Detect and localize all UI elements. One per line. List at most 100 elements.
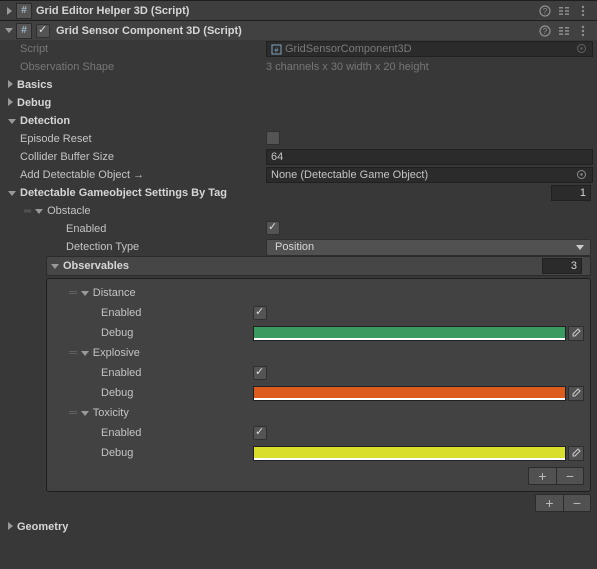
obstacle-foldout[interactable]: ═ Obstacle — [0, 202, 597, 220]
foldout-arrow-icon[interactable] — [8, 521, 13, 533]
drag-handle-icon[interactable]: ═ — [69, 347, 77, 359]
explosive-foldout[interactable]: ═ Explosive — [53, 343, 584, 363]
add-detectable-field[interactable]: None (Detectable Game Object) — [266, 167, 593, 183]
add-observable-button[interactable]: + — [528, 467, 556, 485]
script-row: Script # GridSensorComponent3D — [0, 40, 597, 58]
distance-enabled-checkbox[interactable] — [253, 306, 267, 320]
script-value: GridSensorComponent3D — [285, 43, 412, 55]
foldout-arrow-icon[interactable] — [4, 28, 14, 33]
component-header-grid-editor-helper[interactable]: # Grid Editor Helper 3D (Script) ? — [0, 0, 597, 20]
obstacle-enabled-checkbox[interactable] — [266, 221, 280, 235]
collider-buffer-label: Collider Buffer Size — [20, 151, 266, 163]
remove-detectable-button[interactable]: − — [563, 494, 591, 512]
toxicity-color-field[interactable] — [253, 446, 566, 461]
obstacle-enabled-row: Enabled — [0, 220, 597, 238]
svg-text:?: ? — [542, 27, 547, 36]
foldout-arrow-icon[interactable] — [4, 7, 14, 15]
observables-label: Observables — [63, 260, 542, 272]
observables-list: ═ Distance Enabled Debug ═ Explosive Ena… — [46, 278, 591, 492]
help-icon[interactable]: ? — [538, 4, 551, 17]
kebab-menu-icon[interactable] — [576, 24, 589, 37]
explosive-enabled-label: Enabled — [101, 367, 253, 379]
detectable-settings-foldout[interactable]: Detectable Gameobject Settings By Tag 1 — [0, 184, 597, 202]
foldout-arrow-icon[interactable] — [8, 97, 13, 109]
episode-reset-label: Episode Reset — [20, 133, 266, 145]
episode-reset-checkbox[interactable] — [266, 131, 280, 145]
drag-handle-icon[interactable]: ═ — [69, 407, 77, 419]
distance-color-field[interactable] — [253, 326, 566, 341]
preset-icon[interactable] — [557, 24, 570, 37]
observables-count[interactable]: 3 — [542, 258, 582, 274]
explosive-enabled-checkbox[interactable] — [253, 366, 267, 380]
toxicity-enabled-checkbox[interactable] — [253, 426, 267, 440]
detectable-settings-label: Detectable Gameobject Settings By Tag — [20, 187, 551, 199]
toxicity-debug-label: Debug — [101, 447, 253, 459]
detection-foldout[interactable]: Detection — [0, 112, 597, 130]
explosive-label: Explosive — [93, 347, 140, 359]
script-icon: # — [16, 3, 32, 19]
object-picker-icon[interactable] — [576, 169, 588, 181]
detection-type-label: Detection Type — [66, 241, 266, 253]
eyedropper-icon[interactable] — [568, 386, 584, 401]
distance-enabled-label: Enabled — [101, 307, 253, 319]
detection-type-row: Detection Type Position — [0, 238, 597, 256]
drag-handle-icon[interactable]: ═ — [24, 206, 31, 217]
eyedropper-icon[interactable] — [568, 326, 584, 341]
geometry-foldout[interactable]: Geometry — [0, 518, 597, 536]
help-icon[interactable]: ? — [538, 24, 551, 37]
observables-foldout[interactable]: Observables 3 — [46, 256, 591, 276]
add-detectable-row: Add Detectable Object → None (Detectable… — [0, 166, 597, 184]
explosive-debug-label: Debug — [101, 387, 253, 399]
toxicity-debug-row: Debug — [53, 443, 584, 463]
geometry-label: Geometry — [17, 521, 68, 533]
episode-reset-row: Episode Reset — [0, 130, 597, 148]
distance-debug-row: Debug — [53, 323, 584, 343]
script-icon: # — [16, 23, 32, 39]
remove-observable-button[interactable]: − — [556, 467, 584, 485]
collider-buffer-row: Collider Buffer Size 64 — [0, 148, 597, 166]
explosive-color-field[interactable] — [253, 386, 566, 401]
kebab-menu-icon[interactable] — [576, 4, 589, 17]
component-title: Grid Sensor Component 3D (Script) — [56, 25, 538, 37]
basics-foldout[interactable]: Basics — [0, 76, 597, 94]
observation-shape-row: Observation Shape 3 channels x 30 width … — [0, 58, 597, 76]
observables-footer: + − — [53, 467, 584, 485]
add-detectable-button[interactable]: + — [535, 494, 563, 512]
detection-label: Detection — [20, 115, 70, 127]
detectable-footer: + − — [0, 494, 591, 512]
toxicity-enabled-row: Enabled — [53, 423, 584, 443]
debug-label: Debug — [17, 97, 51, 109]
toxicity-foldout[interactable]: ═ Toxicity — [53, 403, 584, 423]
detection-type-dropdown[interactable]: Position — [266, 239, 591, 256]
drag-handle-icon[interactable]: ═ — [69, 287, 77, 299]
basics-label: Basics — [17, 79, 52, 91]
component-header-grid-sensor[interactable]: # Grid Sensor Component 3D (Script) ? — [0, 20, 597, 40]
explosive-enabled-row: Enabled — [53, 363, 584, 383]
svg-text:#: # — [275, 48, 279, 55]
debug-foldout[interactable]: Debug — [0, 94, 597, 112]
object-picker-icon — [576, 43, 588, 55]
foldout-arrow-icon[interactable] — [51, 260, 59, 272]
script-label: Script — [20, 43, 266, 55]
obstacle-label: Obstacle — [47, 205, 90, 217]
foldout-arrow-icon[interactable] — [8, 187, 16, 199]
collider-buffer-field[interactable]: 64 — [266, 149, 593, 165]
foldout-arrow-icon[interactable] — [8, 79, 13, 91]
foldout-arrow-icon[interactable] — [81, 407, 89, 419]
script-file-icon: # — [271, 44, 281, 54]
foldout-arrow-icon[interactable] — [81, 347, 89, 359]
component-enabled-checkbox[interactable] — [36, 24, 50, 38]
foldout-arrow-icon[interactable] — [81, 287, 89, 299]
foldout-arrow-icon[interactable] — [35, 205, 43, 217]
eyedropper-icon[interactable] — [568, 446, 584, 461]
preset-icon[interactable] — [557, 4, 570, 17]
obstacle-enabled-label: Enabled — [66, 223, 266, 235]
svg-text:?: ? — [542, 7, 547, 16]
foldout-arrow-icon[interactable] — [8, 115, 16, 127]
explosive-debug-row: Debug — [53, 383, 584, 403]
toxicity-enabled-label: Enabled — [101, 427, 253, 439]
detectable-settings-count[interactable]: 1 — [551, 185, 591, 201]
chevron-down-icon — [576, 241, 584, 253]
script-field: # GridSensorComponent3D — [266, 41, 593, 57]
distance-foldout[interactable]: ═ Distance — [53, 283, 584, 303]
